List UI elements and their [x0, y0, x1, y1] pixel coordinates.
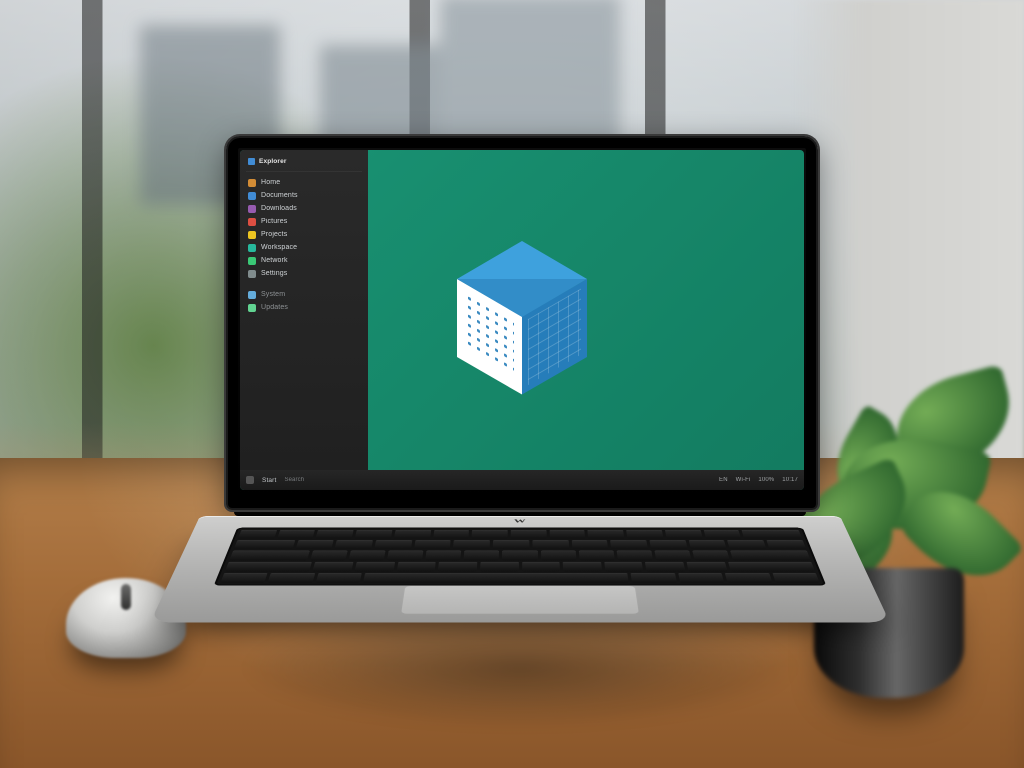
folder-icon [248, 244, 256, 252]
folder-icon [248, 257, 256, 265]
sidebar-footer-item[interactable]: Updates [246, 301, 362, 314]
folder-icon [248, 218, 256, 226]
sidebar-item-label: Workspace [261, 244, 297, 251]
search-field[interactable]: Search [284, 477, 304, 483]
tray-lang[interactable]: EN [719, 477, 728, 483]
folder-icon [248, 192, 256, 200]
sidebar-item[interactable]: Workspace [246, 241, 362, 254]
sidebar-item[interactable]: Documents [246, 189, 362, 202]
sidebar-item-label: Home [261, 179, 280, 186]
sidebar-item[interactable]: Downloads [246, 202, 362, 215]
tray-battery[interactable]: 100% [758, 477, 774, 483]
update-icon [248, 304, 256, 312]
folder-icon [248, 179, 256, 187]
sidebar-title: Explorer [246, 156, 362, 172]
sidebar-item[interactable]: Settings [246, 267, 362, 280]
sidebar-item-label: Network [261, 257, 288, 264]
laptop-deck: W [150, 516, 890, 622]
folder-icon [248, 205, 256, 213]
sidebar-panel: Explorer Home Documents Downloads [240, 150, 368, 470]
tray-wifi[interactable]: Wi-Fi [736, 477, 751, 483]
sidebar-item[interactable]: Home [246, 176, 362, 189]
gear-icon [248, 270, 256, 278]
system-icon [248, 291, 256, 299]
sidebar-item[interactable]: Pictures [246, 215, 362, 228]
sidebar-item-label: System [261, 291, 285, 298]
laptop-lid: Explorer Home Documents Downloads [226, 136, 818, 510]
app-icon [248, 158, 255, 165]
sidebar-item-label: Settings [261, 270, 287, 277]
sidebar-item-label: Documents [261, 192, 298, 199]
laptop-screen: Explorer Home Documents Downloads [240, 150, 804, 490]
sidebar-item-label: Pictures [261, 218, 287, 225]
trackpad [400, 586, 640, 615]
sidebar-item-label: Updates [261, 304, 288, 311]
sidebar-item[interactable]: Projects [246, 228, 362, 241]
laptop: Explorer Home Documents Downloads [226, 136, 814, 726]
folder-icon [248, 231, 256, 239]
start-button[interactable]: Start [262, 477, 276, 484]
desktop-cube-logo [457, 241, 587, 371]
photo-scene: Explorer Home Documents Downloads [0, 0, 1024, 768]
sidebar-item-label: Projects [261, 231, 287, 238]
laptop-brand-logo: W [514, 518, 527, 525]
sidebar-title-label: Explorer [259, 158, 287, 165]
sidebar-item-label: Downloads [261, 205, 297, 212]
taskbar: Start Search EN Wi-Fi 100% 10:17 [240, 470, 804, 490]
start-icon[interactable] [246, 476, 254, 484]
keyboard [214, 528, 827, 586]
sidebar-item[interactable]: Network [246, 254, 362, 267]
sidebar-footer-item[interactable]: System [246, 288, 362, 301]
tray-clock[interactable]: 10:17 [782, 477, 798, 483]
